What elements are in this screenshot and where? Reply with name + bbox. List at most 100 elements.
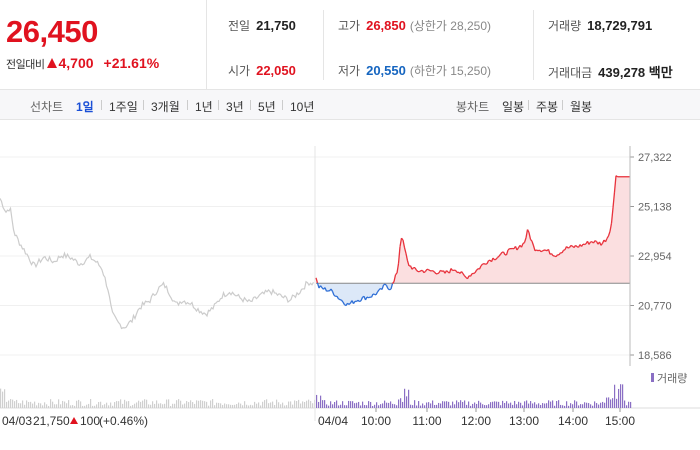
today-volume-bar bbox=[396, 405, 398, 408]
today-volume-bar bbox=[624, 400, 626, 408]
tab-1week[interactable]: 1주일 bbox=[109, 98, 138, 115]
prev-volume-bar bbox=[230, 404, 232, 408]
tab-10year[interactable]: 10년 bbox=[290, 98, 314, 115]
prev-volume-bar bbox=[266, 399, 268, 408]
tab-5year[interactable]: 5년 bbox=[258, 98, 276, 115]
today-volume-bar bbox=[616, 398, 618, 408]
today-series bbox=[315, 175, 630, 307]
prev-volume-bar bbox=[236, 404, 238, 408]
today-date-label: 04/04 bbox=[318, 414, 348, 428]
tab-monthly-candle[interactable]: 월봉 bbox=[570, 98, 592, 115]
today-volume-bar bbox=[398, 399, 400, 408]
today-line-segment bbox=[483, 263, 486, 265]
today-volume-bar bbox=[320, 395, 322, 408]
prev-volume-bar bbox=[194, 403, 196, 408]
today-volume-bar bbox=[520, 402, 522, 408]
prev-volume-bar bbox=[212, 399, 214, 408]
today-volume-bar bbox=[410, 404, 412, 408]
today-volume-bar bbox=[388, 402, 390, 408]
prev-volume-bar bbox=[46, 404, 48, 408]
prev-volume-bar bbox=[40, 403, 42, 408]
prev-day-line bbox=[0, 198, 315, 330]
prev-volume-bar bbox=[56, 404, 58, 408]
tab-daily-candle[interactable]: 일봉 bbox=[502, 98, 524, 115]
up-area-fill bbox=[316, 175, 630, 284]
stats-panel: 전일 21,750 시가 22,050 고가 26,850 (상한가 28,250) 저… bbox=[208, 0, 700, 90]
today-volume-bar bbox=[608, 397, 610, 408]
prev-volume-bar bbox=[188, 402, 190, 408]
prev-volume-bar bbox=[118, 401, 120, 408]
today-volume-bar bbox=[480, 402, 482, 408]
prev-volume-bar bbox=[110, 402, 112, 408]
today-volume-bar bbox=[540, 404, 542, 408]
today-volume-bar bbox=[452, 401, 454, 408]
today-volume-bar bbox=[594, 401, 596, 408]
tab-3month[interactable]: 3개월 bbox=[151, 98, 180, 115]
prev-volume-bar bbox=[296, 401, 298, 408]
today-volume-bar bbox=[532, 403, 534, 408]
y-tick-label: 27,322 bbox=[638, 152, 672, 164]
prev-volume-bar bbox=[86, 404, 88, 408]
prev-volume-bar bbox=[16, 399, 18, 408]
prev-volume-bar bbox=[160, 403, 162, 408]
prev-volume-bar bbox=[268, 403, 270, 408]
today-volume-bar bbox=[354, 403, 356, 408]
today-volume-bar bbox=[476, 403, 478, 408]
prev-volume-bar bbox=[74, 405, 76, 408]
today-volume-bar bbox=[612, 398, 614, 408]
today-volume-bar bbox=[548, 400, 550, 408]
stat-prev-close: 전일 21,750 bbox=[228, 18, 296, 33]
tab-3year[interactable]: 3년 bbox=[226, 98, 244, 115]
prev-volume-bar bbox=[172, 403, 174, 408]
prev-volume-bar bbox=[20, 403, 22, 408]
prev-volume-bar bbox=[206, 401, 208, 408]
prev-volume-bar bbox=[228, 404, 230, 408]
prev-volume-bar bbox=[284, 405, 286, 408]
prev-volume-bar bbox=[26, 400, 28, 408]
prev-volume-bar bbox=[282, 402, 284, 408]
prev-day-series bbox=[0, 198, 315, 330]
prev-volume-bar bbox=[214, 405, 216, 408]
prev-volume-bar bbox=[102, 405, 104, 408]
prev-volume-bar bbox=[136, 402, 138, 408]
x-tick-label: 10:00 bbox=[361, 414, 391, 428]
today-volume-bar bbox=[462, 401, 464, 408]
prev-volume-bar bbox=[140, 401, 142, 408]
prev-volume-bar bbox=[112, 405, 114, 408]
prev-volume-bar bbox=[242, 405, 244, 408]
today-volume-bar bbox=[556, 401, 558, 408]
today-volume-bar bbox=[528, 403, 530, 408]
today-line-segment bbox=[440, 269, 443, 272]
prev-volume-bar bbox=[306, 400, 308, 408]
tab-1day[interactable]: 1일 bbox=[76, 98, 94, 115]
stat-high: 고가 26,850 (상한가 28,250) bbox=[338, 18, 492, 33]
today-volume-bar bbox=[360, 405, 362, 408]
prev-volume-bar bbox=[278, 402, 280, 408]
prev-volume-bar bbox=[148, 404, 150, 408]
prev-volume-bar bbox=[72, 405, 74, 408]
prev-volume-bar bbox=[64, 401, 66, 408]
prev-volume-bar bbox=[180, 400, 182, 408]
today-volume-bar bbox=[620, 384, 622, 408]
tab-separator bbox=[187, 100, 188, 110]
prev-volume-bar bbox=[114, 402, 116, 408]
prev-volume-bar bbox=[310, 400, 312, 408]
tab-1year[interactable]: 1년 bbox=[195, 98, 213, 115]
today-volume-bar bbox=[596, 403, 598, 408]
tab-weekly-candle[interactable]: 주봉 bbox=[536, 98, 558, 115]
volume-legend-label: 거래량 bbox=[657, 372, 687, 385]
today-volume-bar bbox=[588, 403, 590, 408]
today-volume-bar bbox=[464, 400, 466, 408]
prev-volume-bar bbox=[116, 401, 118, 408]
x-tick-label: 13:00 bbox=[509, 414, 539, 428]
price-chart[interactable]: 27,322 25,138 22,954 20,770 18,586 거래량 04/03… bbox=[0, 121, 700, 450]
prev-volume-bar bbox=[54, 404, 56, 408]
today-volume-bar bbox=[626, 405, 628, 408]
today-volume-bar bbox=[486, 405, 488, 408]
prev-volume-bar bbox=[226, 404, 228, 408]
today-volume-bar bbox=[468, 401, 470, 408]
today-volume-bar bbox=[470, 405, 472, 408]
prev-volume-bar bbox=[126, 401, 128, 408]
today-volume-bar bbox=[534, 402, 536, 408]
today-volume-bar bbox=[454, 404, 456, 408]
